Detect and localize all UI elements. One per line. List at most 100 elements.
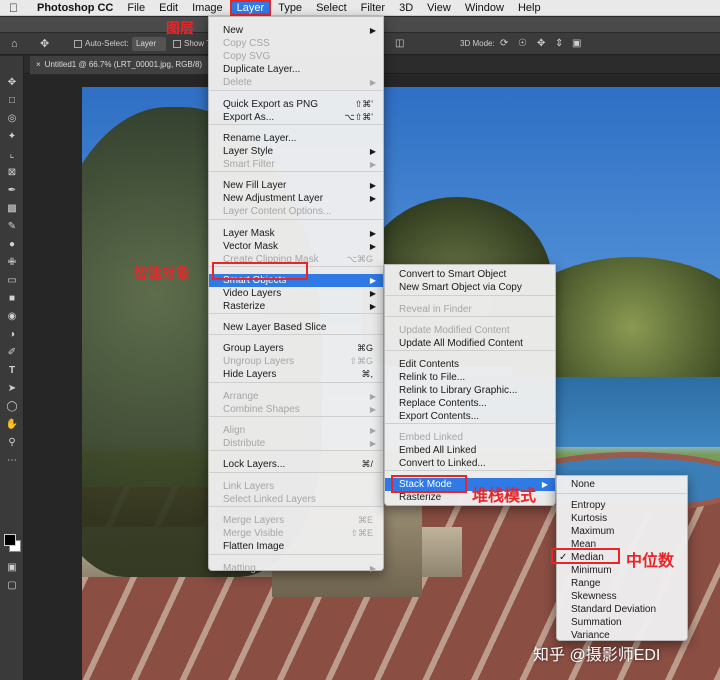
move-tool-icon[interactable]: ✥ (40, 33, 49, 55)
stack-mode-menu-item-skewness[interactable]: Skewness (557, 590, 687, 603)
layer-menu-item-merge-visible: Merge Visible ⇧⌘E (209, 527, 383, 540)
pen-tool-icon[interactable]: ✐ (4, 346, 20, 360)
menu-view[interactable]: View (420, 0, 458, 16)
frame-tool-icon[interactable]: ⊠ (4, 166, 20, 180)
3d-pan-icon[interactable]: ✥ (537, 33, 545, 55)
smart-objects-menu-item-convert-to-linked[interactable]: Convert to Linked... (385, 457, 555, 470)
foreground-color-swatch[interactable] (4, 534, 16, 546)
menu-image[interactable]: Image (185, 0, 230, 16)
stack-mode-menu-item-none[interactable]: None (557, 478, 687, 491)
menu-filter[interactable]: Filter (354, 0, 392, 16)
stack-mode-menu-item-summation[interactable]: Summation (557, 616, 687, 629)
smart-objects-menu-item-embed-all-linked[interactable]: Embed All Linked (385, 444, 555, 457)
smart-objects-menu-item-label: Export Contents... (399, 411, 480, 422)
3d-roll-icon[interactable]: ☉ (518, 33, 527, 55)
layer-menu-item-layer-mask[interactable]: Layer Mask ▶ (209, 227, 383, 240)
layer-menu-item-label: Layer Mask (223, 228, 275, 239)
healing-brush-icon[interactable]: ▩ (4, 202, 20, 216)
stack-mode-menu-item-maximum[interactable]: Maximum (557, 525, 687, 538)
layer-menu-item-video-layers[interactable]: Video Layers ▶ (209, 287, 383, 300)
close-icon[interactable]: × (36, 60, 41, 69)
layer-menu-item-lock-layers[interactable]: Lock Layers... ⌘/ (209, 458, 383, 471)
menu-help[interactable]: Help (511, 0, 548, 16)
stack-mode-menu-item-kurtosis[interactable]: Kurtosis (557, 512, 687, 525)
layer-menu-item-duplicate-layer[interactable]: Duplicate Layer... (209, 63, 383, 76)
eyedropper-icon[interactable]: ✒ (4, 184, 20, 198)
smart-objects-menu-item-label: Relink to File... (399, 372, 466, 383)
layer-menu-item-rasterize[interactable]: Rasterize ▶ (209, 300, 383, 313)
layer-menu-item-vector-mask[interactable]: Vector Mask ▶ (209, 240, 383, 253)
layer-menu-item-quick-export-as-png[interactable]: Quick Export as PNG ⇧⌘' (209, 98, 383, 111)
shortcut-label: ⌘E (357, 515, 373, 525)
type-tool-icon[interactable]: T (4, 364, 20, 378)
shortcut-label: ⌘, (361, 369, 373, 379)
crop-tool-icon[interactable]: ⌞ (4, 148, 20, 162)
submenu-arrow-icon: ▶ (369, 302, 376, 311)
smart-objects-menu-item-convert-to-smart-object[interactable]: Convert to Smart Object (385, 268, 555, 281)
screen-mode-icon[interactable]: ▢ (4, 579, 20, 593)
layer-menu-item-new-layer-based-slice[interactable]: New Layer Based Slice (209, 321, 383, 334)
smart-objects-menu-item-relink-to-file[interactable]: Relink to File... (385, 371, 555, 384)
submenu-arrow-icon: ▶ (369, 289, 376, 298)
3d-slide-icon[interactable]: ⇕ (555, 33, 563, 55)
move-tool-icon[interactable]: ✥ (4, 76, 20, 90)
layer-menu-item-export-as[interactable]: Export As... ⌥⇧⌘' (209, 111, 383, 124)
quick-mask-icon[interactable]: ▣ (4, 561, 20, 575)
path-selection-icon[interactable]: ➤ (4, 382, 20, 396)
edit-toolbar-icon[interactable]: ⋯ (4, 454, 20, 468)
smart-objects-menu-item-relink-to-library-graphic[interactable]: Relink to Library Graphic... (385, 384, 555, 397)
menu-file[interactable]: File (120, 0, 152, 16)
eraser-icon[interactable]: ▭ (4, 274, 20, 288)
auto-select-dropdown[interactable]: Layer (132, 37, 166, 51)
layer-menu-item-label: Lock Layers... (223, 459, 286, 470)
submenu-arrow-icon: ▶ (369, 194, 376, 203)
submenu-arrow-icon: ▶ (369, 229, 376, 238)
menu-window[interactable]: Window (458, 0, 511, 16)
auto-select-checkbox[interactable] (74, 40, 82, 48)
dodge-tool-icon[interactable]: ◑ (4, 328, 20, 342)
layer-menu-item-layer-style[interactable]: Layer Style ▶ (209, 145, 383, 158)
layer-menu-item-label: Hide Layers (223, 369, 277, 380)
layer-menu-item-new[interactable]: New ▶ (209, 24, 383, 37)
layer-menu-item-flatten-image[interactable]: Flatten Image (209, 540, 383, 553)
stack-mode-menu-item-range[interactable]: Range (557, 577, 687, 590)
layer-menu-item-new-adjustment-layer[interactable]: New Adjustment Layer ▶ (209, 192, 383, 205)
menu-3d[interactable]: 3D (392, 0, 420, 16)
shape-tool-icon[interactable]: ◯ (4, 400, 20, 414)
zoom-tool-icon[interactable]: ⚲ (4, 436, 20, 450)
home-icon[interactable]: ⌂ (11, 33, 18, 55)
clone-stamp-icon[interactable]: ● (4, 238, 20, 252)
smart-objects-menu-item-export-contents[interactable]: Export Contents... (385, 410, 555, 423)
layer-menu-item-hide-layers[interactable]: Hide Layers ⌘, (209, 368, 383, 381)
layer-menu-item-new-fill-layer[interactable]: New Fill Layer ▶ (209, 179, 383, 192)
3d-orbit-icon[interactable]: ⟳ (500, 33, 508, 55)
show-transform-checkbox[interactable] (173, 40, 181, 48)
shortcut-label: ⌥⇧⌘' (344, 112, 373, 122)
3d-camera-icon[interactable]: ▣ (572, 33, 581, 55)
menu-edit[interactable]: Edit (152, 0, 185, 16)
gradient-icon[interactable]: ■ (4, 292, 20, 306)
smart-objects-menu-item-label: Embed All Linked (399, 445, 477, 456)
app-menu-photoshop[interactable]: Photoshop CC (27, 0, 120, 16)
stack-mode-menu-item-standard-deviation[interactable]: Standard Deviation (557, 603, 687, 616)
smart-objects-menu-item-edit-contents[interactable]: Edit Contents (385, 358, 555, 371)
blur-tool-icon[interactable]: ◉ (4, 310, 20, 324)
menu-separator (209, 219, 383, 220)
hand-tool-icon[interactable]: ✋ (4, 418, 20, 432)
menu-type[interactable]: Type (271, 0, 309, 16)
layer-menu-item-rename-layer[interactable]: Rename Layer... (209, 132, 383, 145)
distribute-icon[interactable]: ◫ (395, 33, 404, 55)
brush-tool-icon[interactable]: ✎ (4, 220, 20, 234)
smart-objects-menu-item-replace-contents[interactable]: Replace Contents... (385, 397, 555, 410)
stack-mode-menu-item-entropy[interactable]: Entropy (557, 499, 687, 512)
marquee-tool-icon[interactable]: □ (4, 94, 20, 108)
menu-select[interactable]: Select (309, 0, 354, 16)
smart-objects-menu-item-new-smart-object-via-copy[interactable]: New Smart Object via Copy (385, 281, 555, 294)
magic-wand-icon[interactable]: ✦ (4, 130, 20, 144)
lasso-tool-icon[interactable]: ◎ (4, 112, 20, 126)
menu-layer[interactable]: Layer (229, 0, 272, 16)
layer-menu-item-group-layers[interactable]: Group Layers ⌘G (209, 342, 383, 355)
history-brush-icon[interactable]: ✙ (4, 256, 20, 270)
apple-icon[interactable]:  (9, 1, 27, 15)
smart-objects-menu-item-update-all-modified-content[interactable]: Update All Modified Content (385, 337, 555, 350)
